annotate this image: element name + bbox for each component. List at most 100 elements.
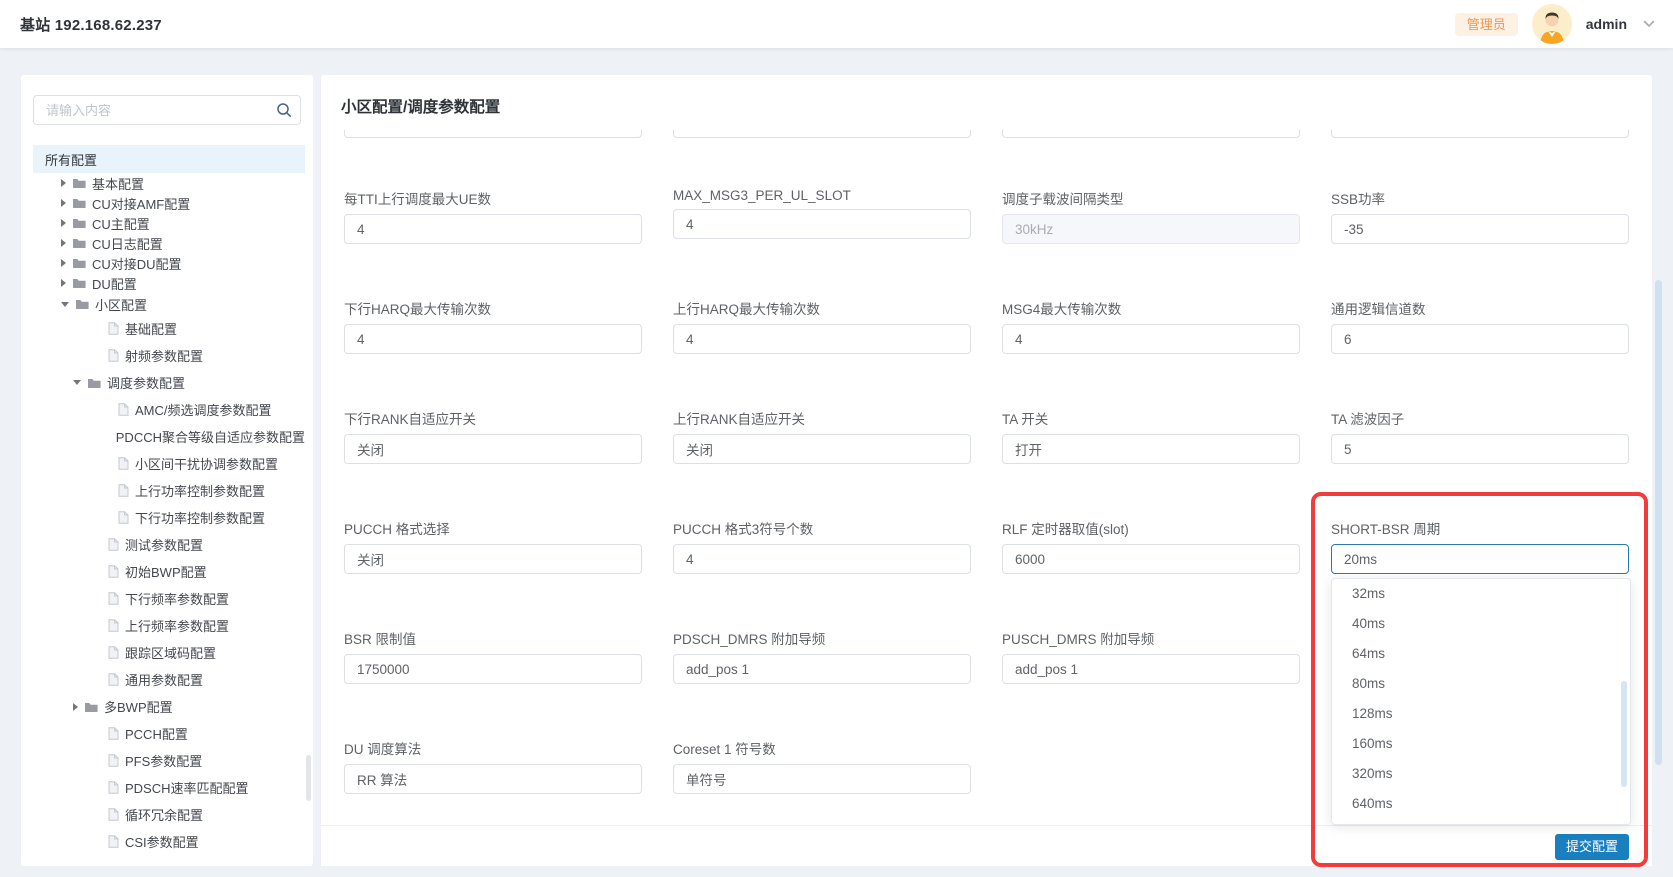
dropdown-option[interactable]: 320ms: [1332, 759, 1630, 789]
file-icon: [108, 565, 119, 578]
tree-item[interactable]: 上行功率控制参数配置: [33, 477, 305, 504]
ta-filter-input[interactable]: [1331, 434, 1629, 464]
page-scrollbar[interactable]: [1655, 280, 1662, 765]
tree-item[interactable]: 下行功率控制参数配置: [33, 504, 305, 531]
msg4-max-input[interactable]: [1002, 324, 1300, 354]
tree-item-label: 测试参数配置: [125, 538, 204, 553]
field-scs-type: 调度子载波间隔类型: [1002, 188, 1300, 244]
dropdown-option[interactable]: 128ms: [1332, 699, 1630, 729]
tree-item[interactable]: 调度参数配置: [33, 369, 305, 396]
dropdown-option[interactable]: 160ms: [1332, 729, 1630, 759]
tree-item-label: 上行功率控制参数配置: [135, 484, 266, 499]
field-label: DU 调度算法: [344, 742, 422, 757]
tree-item[interactable]: PFS参数配置: [33, 747, 305, 774]
submit-config-button[interactable]: 提交配置: [1555, 834, 1629, 860]
tree-item[interactable]: 测试参数配置: [33, 531, 305, 558]
bsr-limit-input[interactable]: [344, 654, 642, 684]
dropdown-option[interactable]: 640ms: [1332, 789, 1630, 819]
pusch-dmrs-input[interactable]: [1002, 654, 1300, 684]
caret-right-icon[interactable]: [61, 179, 66, 187]
ul-rank-adapt-input[interactable]: [673, 434, 971, 464]
tree-item-label: 上行频率参数配置: [125, 619, 230, 634]
tree-item[interactable]: 上行频率参数配置: [33, 612, 305, 639]
field-label: PUSCH_DMRS 附加导频: [1002, 632, 1155, 647]
folder-icon: [73, 219, 86, 228]
tree-item[interactable]: 小区配置: [33, 293, 305, 315]
ue-max-per-tti-input[interactable]: [344, 214, 642, 244]
tree-item[interactable]: 基础配置: [33, 315, 305, 342]
caret-right-icon[interactable]: [73, 702, 78, 711]
avatar[interactable]: [1531, 4, 1572, 44]
tree-item[interactable]: CU日志配置: [33, 233, 305, 253]
tree-root-all-configs[interactable]: 所有配置: [33, 145, 305, 173]
pdsch-dmrs-input[interactable]: [673, 654, 971, 684]
tree-item-label: CSI参数配置: [125, 835, 199, 850]
tree-item[interactable]: 基本配置: [33, 173, 305, 193]
dropdown-option[interactable]: 40ms: [1332, 609, 1630, 639]
caret-right-icon[interactable]: [61, 199, 66, 207]
tree-item[interactable]: PCCH配置: [33, 720, 305, 747]
tree-item[interactable]: PDSCH速率匹配配置: [33, 774, 305, 801]
field-label: BSR 限制值: [344, 632, 417, 647]
tree-item[interactable]: AMC/频选调度参数配置: [33, 396, 305, 423]
role-badge[interactable]: 管理员: [1454, 12, 1518, 36]
field-logic-channels: 通用逻辑信道数: [1331, 298, 1629, 354]
caret-right-icon[interactable]: [61, 259, 66, 267]
field-bsr-limit: BSR 限制值: [344, 628, 642, 684]
short-bsr-period-input[interactable]: [1331, 544, 1629, 574]
username[interactable]: admin: [1586, 16, 1627, 32]
field-label: SHORT-BSR 周期: [1331, 522, 1441, 537]
tree-item[interactable]: 初始BWP配置: [33, 558, 305, 585]
tree-item[interactable]: CU对接AMF配置: [33, 193, 305, 213]
caret-right-icon[interactable]: [61, 239, 66, 247]
logic-channels-input[interactable]: [1331, 324, 1629, 354]
dropdown-scrollbar[interactable]: [1621, 681, 1627, 787]
tree-item[interactable]: CU对接DU配置: [33, 253, 305, 273]
dropdown-option[interactable]: 80ms: [1332, 669, 1630, 699]
tree-item[interactable]: 跟踪区域码配置: [33, 639, 305, 666]
dropdown-option[interactable]: 64ms: [1332, 639, 1630, 669]
max-msg3-input[interactable]: [673, 209, 971, 239]
caret-right-icon[interactable]: [61, 279, 66, 287]
file-icon: [108, 349, 119, 362]
du-sched-algo-input[interactable]: [344, 764, 642, 794]
sidebar-scrollbar[interactable]: [306, 755, 311, 801]
folder-icon: [73, 259, 86, 268]
tree-item[interactable]: 下行频率参数配置: [33, 585, 305, 612]
tree-item[interactable]: CU主配置: [33, 213, 305, 233]
field-ul-harq-max: 上行HARQ最大传输次数: [673, 298, 971, 354]
rlf-timer-input[interactable]: [1002, 544, 1300, 574]
tree-item[interactable]: 射频参数配置: [33, 342, 305, 369]
file-icon: [108, 646, 119, 659]
search-icon[interactable]: [276, 102, 292, 123]
dl-harq-max-input[interactable]: [344, 324, 642, 354]
caret-right-icon[interactable]: [61, 219, 66, 227]
tree-item[interactable]: 小区间干扰协调参数配置: [33, 450, 305, 477]
ssb-power-input[interactable]: [1331, 214, 1629, 244]
tree-item-label: 调度参数配置: [107, 376, 186, 391]
tree-item[interactable]: CSI参数配置: [33, 828, 305, 855]
tree-item[interactable]: 循环冗余配置: [33, 801, 305, 828]
dl-rank-adapt-input[interactable]: [344, 434, 642, 464]
tree-item[interactable]: PDCCH聚合等级自适应参数配置: [33, 423, 305, 450]
tree-item[interactable]: 通用参数配置: [33, 666, 305, 693]
field-label: PUCCH 格式3符号个数: [673, 522, 814, 537]
dropdown-option[interactable]: 32ms: [1332, 579, 1630, 609]
pucch-fmt3-sym-input[interactable]: [673, 544, 971, 574]
chevron-down-icon[interactable]: [1643, 20, 1655, 28]
field-coreset1-sym: Coreset 1 符号数: [673, 738, 971, 794]
pucch-format-input[interactable]: [344, 544, 642, 574]
field-ul-rank-adapt: 上行RANK自适应开关: [673, 408, 971, 464]
caret-down-icon[interactable]: [73, 380, 81, 385]
field-label: 下行RANK自适应开关: [344, 412, 477, 427]
caret-down-icon[interactable]: [61, 301, 69, 307]
tree-item-label: PCCH配置: [125, 727, 188, 742]
ta-switch-input[interactable]: [1002, 434, 1300, 464]
tree-item-label: 小区间干扰协调参数配置: [135, 457, 279, 472]
search-input[interactable]: [33, 95, 301, 125]
tree-item[interactable]: DU配置: [33, 273, 305, 293]
coreset1-sym-input[interactable]: [673, 764, 971, 794]
scs-type-input[interactable]: [1002, 214, 1300, 244]
ul-harq-max-input[interactable]: [673, 324, 971, 354]
tree-item[interactable]: 多BWP配置: [33, 693, 305, 720]
